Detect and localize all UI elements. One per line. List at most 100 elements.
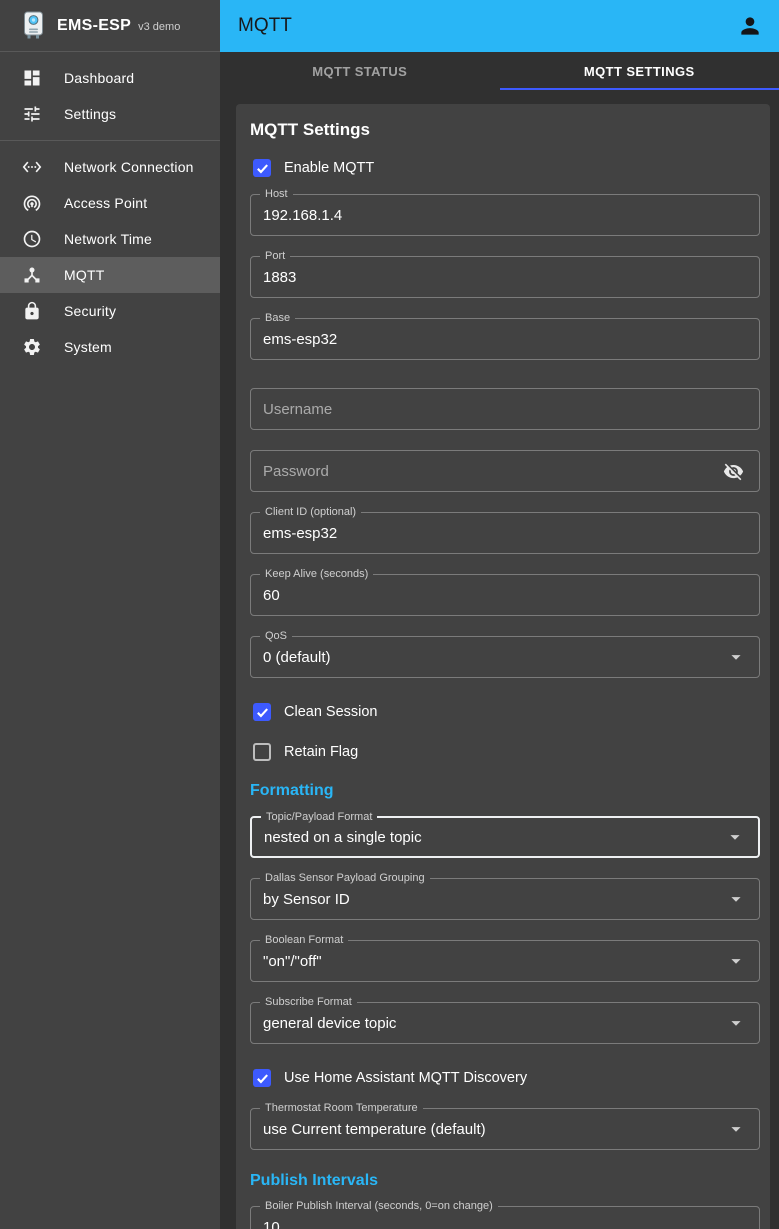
sidebar-item-label: System xyxy=(64,339,112,355)
checkbox-checked-icon[interactable] xyxy=(253,1069,271,1087)
appbar: MQTT xyxy=(220,0,779,52)
field-label: Client ID (optional) xyxy=(260,506,361,519)
sidebar-item-settings[interactable]: Settings xyxy=(0,96,220,132)
topic-payload-format-value: nested on a single topic xyxy=(264,829,724,846)
sidebar-item-dashboard[interactable]: Dashboard xyxy=(0,60,220,96)
field-label: Thermostat Room Temperature xyxy=(260,1102,423,1115)
checkbox-checked-icon[interactable] xyxy=(253,703,271,721)
qos-select[interactable]: QoS 0 (default) xyxy=(250,636,760,678)
sidebar-item-mqtt[interactable]: MQTT xyxy=(0,257,220,293)
chevron-down-icon xyxy=(725,1118,747,1140)
checkbox-label: Retain Flag xyxy=(284,744,358,760)
tune-icon xyxy=(22,104,42,124)
device-hub-icon xyxy=(22,265,42,285)
password-field[interactable] xyxy=(250,450,760,492)
username-field[interactable] xyxy=(250,388,760,430)
port-field[interactable]: Port xyxy=(250,256,760,298)
field-label: Host xyxy=(260,188,293,201)
sidebar-item-network-connection[interactable]: Network Connection xyxy=(0,149,220,185)
sidebar-item-network-time[interactable]: Network Time xyxy=(0,221,220,257)
user-menu-button[interactable] xyxy=(731,7,769,45)
clean-session-checkbox-row[interactable]: Clean Session xyxy=(250,698,760,726)
base-input[interactable] xyxy=(263,331,747,348)
main-area: MQTT MQTT STATUS MQTT SETTINGS MQTT Sett… xyxy=(220,0,779,1229)
checkbox-label: Use Home Assistant MQTT Discovery xyxy=(284,1070,527,1086)
port-input[interactable] xyxy=(263,269,747,286)
tab-indicator xyxy=(500,88,779,90)
brand-version: v3 demo xyxy=(138,21,180,33)
checkbox-unchecked-icon[interactable] xyxy=(253,743,271,761)
toggle-password-visibility-button[interactable] xyxy=(719,457,747,485)
host-field[interactable]: Host xyxy=(250,194,760,236)
checkbox-label: Enable MQTT xyxy=(284,160,374,176)
user-avatar-icon xyxy=(737,13,763,39)
clock-icon xyxy=(22,229,42,249)
boiler-publish-interval-field[interactable]: Boiler Publish Interval (seconds, 0=on c… xyxy=(250,1206,760,1229)
password-input[interactable] xyxy=(263,463,719,480)
username-input[interactable] xyxy=(263,401,747,418)
formatting-section-title: Formatting xyxy=(250,782,760,800)
sidebar-item-label: MQTT xyxy=(64,267,104,283)
dallas-grouping-value: by Sensor ID xyxy=(263,891,725,908)
field-label: QoS xyxy=(260,630,292,643)
client-id-field[interactable]: Client ID (optional) xyxy=(250,512,760,554)
boolean-format-value: "on"/"off" xyxy=(263,953,725,970)
subscribe-format-value: general device topic xyxy=(263,1015,725,1032)
tab-mqtt-settings[interactable]: MQTT SETTINGS xyxy=(500,52,779,90)
field-label: Subscribe Format xyxy=(260,996,357,1009)
mqtt-settings-card: MQTT Settings Enable MQTT Host Port Base xyxy=(236,104,770,1229)
ethernet-icon xyxy=(22,157,42,177)
gear-icon xyxy=(22,337,42,357)
sidebar-item-label: Network Connection xyxy=(64,159,194,175)
host-input[interactable] xyxy=(263,207,747,224)
topic-payload-format-select[interactable]: Topic/Payload Format nested on a single … xyxy=(250,816,760,858)
visibility-off-icon xyxy=(723,461,744,482)
dashboard-icon xyxy=(22,68,42,88)
sidebar-item-label: Security xyxy=(64,303,116,319)
subscribe-format-select[interactable]: Subscribe Format general device topic xyxy=(250,1002,760,1044)
sidebar-item-label: Access Point xyxy=(64,195,147,211)
checkbox-label: Clean Session xyxy=(284,704,378,720)
enable-mqtt-checkbox-row[interactable]: Enable MQTT xyxy=(250,154,760,182)
boolean-format-select[interactable]: Boolean Format "on"/"off" xyxy=(250,940,760,982)
lock-icon xyxy=(22,301,42,321)
boiler-publish-interval-input[interactable] xyxy=(263,1219,747,1229)
tab-bar: MQTT STATUS MQTT SETTINGS xyxy=(220,52,779,90)
base-field[interactable]: Base xyxy=(250,318,760,360)
thermostat-room-temp-value: use Current temperature (default) xyxy=(263,1121,725,1138)
chevron-down-icon xyxy=(725,888,747,910)
sidebar-item-label: Dashboard xyxy=(64,70,134,86)
field-label: Boolean Format xyxy=(260,934,348,947)
chevron-down-icon xyxy=(725,950,747,972)
checkbox-checked-icon[interactable] xyxy=(253,159,271,177)
chevron-down-icon xyxy=(725,1012,747,1034)
qos-value: 0 (default) xyxy=(263,649,725,666)
retain-flag-checkbox-row[interactable]: Retain Flag xyxy=(250,738,760,766)
dallas-grouping-select[interactable]: Dallas Sensor Payload Grouping by Sensor… xyxy=(250,878,760,920)
sidebar-nav: Dashboard Settings Network Connection Ac… xyxy=(0,52,220,365)
brand-title: EMS-ESP xyxy=(57,17,131,35)
sidebar-item-access-point[interactable]: Access Point xyxy=(0,185,220,221)
client-id-input[interactable] xyxy=(263,525,747,542)
ha-discovery-checkbox-row[interactable]: Use Home Assistant MQTT Discovery xyxy=(250,1064,760,1092)
tab-mqtt-status[interactable]: MQTT STATUS xyxy=(220,52,500,90)
sidebar-item-system[interactable]: System xyxy=(0,329,220,365)
sidebar-divider xyxy=(0,140,220,141)
keep-alive-field[interactable]: Keep Alive (seconds) xyxy=(250,574,760,616)
card-title: MQTT Settings xyxy=(250,120,760,140)
chevron-down-icon xyxy=(725,646,747,668)
field-label: Dallas Sensor Payload Grouping xyxy=(260,872,430,885)
keep-alive-input[interactable] xyxy=(263,587,747,604)
sidebar-item-label: Settings xyxy=(64,106,116,122)
content-area: MQTT Settings Enable MQTT Host Port Base xyxy=(220,90,779,1229)
sidebar-item-security[interactable]: Security xyxy=(0,293,220,329)
brand-header: EMS-ESP v3 demo xyxy=(0,0,220,52)
boiler-logo-icon xyxy=(20,10,47,42)
thermostat-room-temp-select[interactable]: Thermostat Room Temperature use Current … xyxy=(250,1108,760,1150)
sidebar: EMS-ESP v3 demo Dashboard Settings Netwo… xyxy=(0,0,220,1229)
page-title: MQTT xyxy=(238,15,731,37)
sidebar-item-label: Network Time xyxy=(64,231,152,247)
publish-intervals-section-title: Publish Intervals xyxy=(250,1172,760,1190)
field-label: Topic/Payload Format xyxy=(261,811,377,824)
field-label: Base xyxy=(260,312,295,325)
